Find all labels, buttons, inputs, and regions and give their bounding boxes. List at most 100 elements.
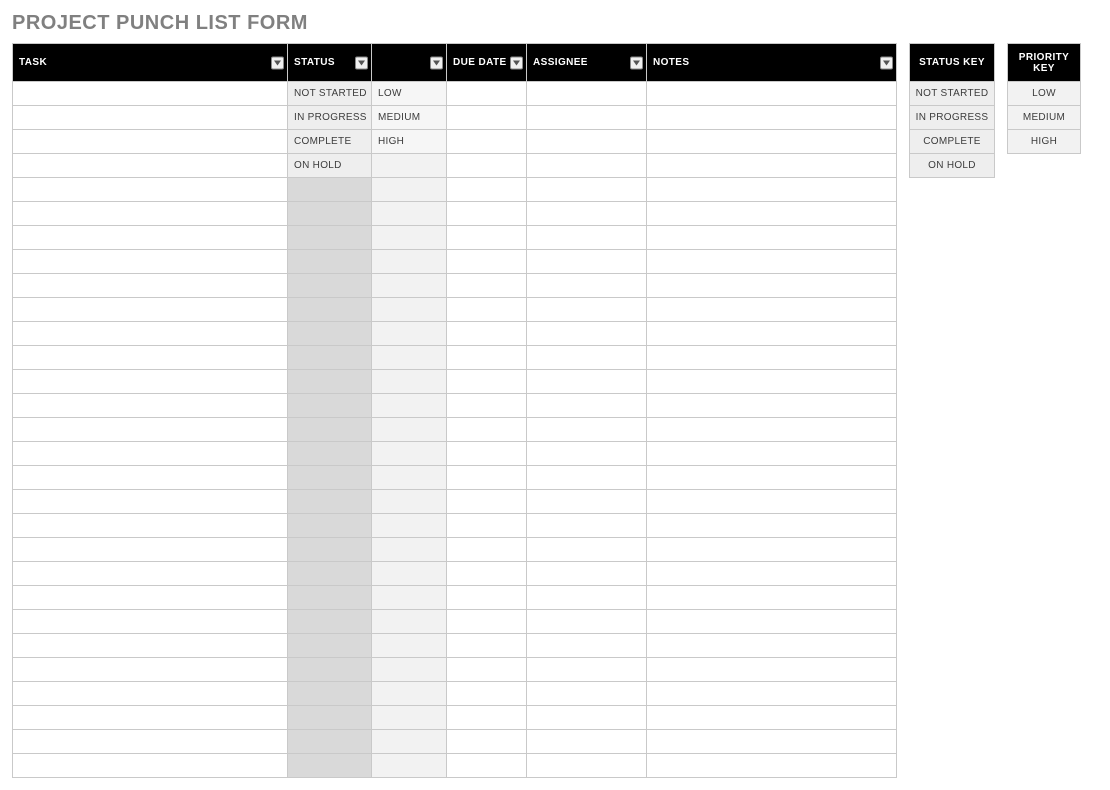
cell-task[interactable]	[13, 130, 288, 154]
cell-assignee[interactable]	[527, 730, 647, 754]
cell-due-date[interactable]	[447, 466, 527, 490]
cell-task[interactable]	[13, 82, 288, 106]
cell-notes[interactable]	[647, 370, 897, 394]
cell-assignee[interactable]	[527, 82, 647, 106]
filter-button-due-date[interactable]	[510, 56, 523, 69]
cell-notes[interactable]	[647, 202, 897, 226]
cell-due-date[interactable]	[447, 562, 527, 586]
cell-status[interactable]	[288, 346, 372, 370]
cell-assignee[interactable]	[527, 682, 647, 706]
cell-status[interactable]	[288, 706, 372, 730]
cell-assignee[interactable]	[527, 322, 647, 346]
cell-status[interactable]	[288, 634, 372, 658]
cell-assignee[interactable]	[527, 370, 647, 394]
cell-notes[interactable]	[647, 250, 897, 274]
cell-task[interactable]	[13, 586, 288, 610]
cell-notes[interactable]	[647, 538, 897, 562]
cell-assignee[interactable]	[527, 538, 647, 562]
cell-notes[interactable]	[647, 106, 897, 130]
cell-priority[interactable]	[372, 442, 447, 466]
cell-due-date[interactable]	[447, 418, 527, 442]
cell-assignee[interactable]	[527, 178, 647, 202]
cell-status[interactable]	[288, 754, 372, 778]
cell-due-date[interactable]	[447, 178, 527, 202]
cell-notes[interactable]	[647, 154, 897, 178]
cell-assignee[interactable]	[527, 466, 647, 490]
cell-notes[interactable]	[647, 730, 897, 754]
cell-priority[interactable]	[372, 298, 447, 322]
cell-task[interactable]	[13, 754, 288, 778]
cell-priority[interactable]	[372, 658, 447, 682]
cell-notes[interactable]	[647, 490, 897, 514]
cell-priority[interactable]	[372, 754, 447, 778]
cell-status[interactable]	[288, 178, 372, 202]
cell-task[interactable]	[13, 346, 288, 370]
cell-due-date[interactable]	[447, 346, 527, 370]
cell-due-date[interactable]	[447, 394, 527, 418]
cell-status[interactable]: ON HOLD	[288, 154, 372, 178]
cell-assignee[interactable]	[527, 346, 647, 370]
cell-task[interactable]	[13, 538, 288, 562]
cell-priority[interactable]	[372, 202, 447, 226]
cell-assignee[interactable]	[527, 442, 647, 466]
cell-priority[interactable]	[372, 274, 447, 298]
cell-due-date[interactable]	[447, 82, 527, 106]
cell-priority[interactable]	[372, 370, 447, 394]
cell-status[interactable]	[288, 514, 372, 538]
cell-due-date[interactable]	[447, 490, 527, 514]
cell-due-date[interactable]	[447, 586, 527, 610]
cell-notes[interactable]	[647, 442, 897, 466]
cell-status[interactable]	[288, 298, 372, 322]
cell-status[interactable]	[288, 442, 372, 466]
cell-notes[interactable]	[647, 514, 897, 538]
cell-due-date[interactable]	[447, 754, 527, 778]
cell-task[interactable]	[13, 466, 288, 490]
cell-priority[interactable]	[372, 346, 447, 370]
cell-assignee[interactable]	[527, 154, 647, 178]
cell-status[interactable]	[288, 322, 372, 346]
cell-notes[interactable]	[647, 178, 897, 202]
cell-due-date[interactable]	[447, 610, 527, 634]
cell-notes[interactable]	[647, 274, 897, 298]
cell-status[interactable]	[288, 226, 372, 250]
cell-assignee[interactable]	[527, 130, 647, 154]
cell-status[interactable]	[288, 562, 372, 586]
cell-notes[interactable]	[647, 754, 897, 778]
cell-assignee[interactable]	[527, 226, 647, 250]
cell-task[interactable]	[13, 730, 288, 754]
cell-priority[interactable]	[372, 682, 447, 706]
cell-task[interactable]	[13, 298, 288, 322]
cell-priority[interactable]: HIGH	[372, 130, 447, 154]
cell-status[interactable]	[288, 466, 372, 490]
cell-priority[interactable]	[372, 418, 447, 442]
cell-due-date[interactable]	[447, 106, 527, 130]
cell-due-date[interactable]	[447, 514, 527, 538]
cell-due-date[interactable]	[447, 658, 527, 682]
cell-status[interactable]	[288, 202, 372, 226]
filter-button-status[interactable]	[355, 56, 368, 69]
cell-notes[interactable]	[647, 682, 897, 706]
cell-priority[interactable]	[372, 706, 447, 730]
cell-task[interactable]	[13, 610, 288, 634]
cell-status[interactable]: NOT STARTED	[288, 82, 372, 106]
cell-assignee[interactable]	[527, 106, 647, 130]
cell-notes[interactable]	[647, 466, 897, 490]
cell-priority[interactable]	[372, 322, 447, 346]
cell-priority[interactable]	[372, 178, 447, 202]
cell-priority[interactable]	[372, 394, 447, 418]
cell-due-date[interactable]	[447, 298, 527, 322]
cell-notes[interactable]	[647, 706, 897, 730]
cell-priority[interactable]	[372, 490, 447, 514]
cell-task[interactable]	[13, 634, 288, 658]
cell-status[interactable]	[288, 730, 372, 754]
cell-status[interactable]: IN PROGRESS	[288, 106, 372, 130]
cell-due-date[interactable]	[447, 634, 527, 658]
cell-task[interactable]	[13, 178, 288, 202]
cell-due-date[interactable]	[447, 370, 527, 394]
cell-task[interactable]	[13, 514, 288, 538]
cell-status[interactable]	[288, 250, 372, 274]
cell-notes[interactable]	[647, 226, 897, 250]
cell-assignee[interactable]	[527, 514, 647, 538]
cell-due-date[interactable]	[447, 226, 527, 250]
cell-priority[interactable]	[372, 514, 447, 538]
